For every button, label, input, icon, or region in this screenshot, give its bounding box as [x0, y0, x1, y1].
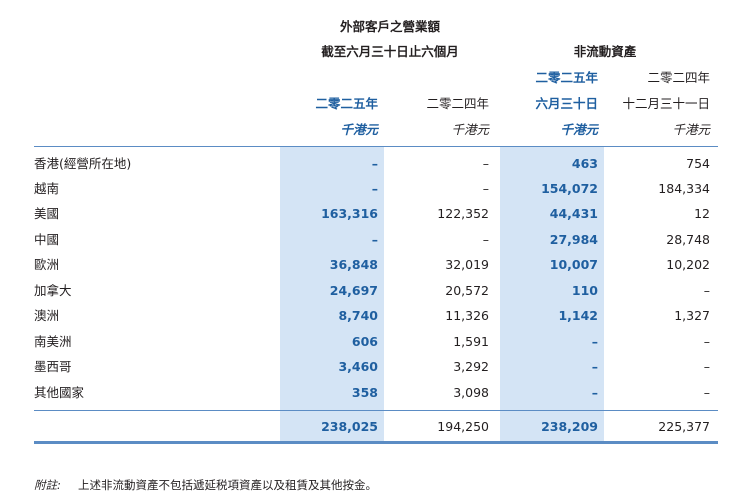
region-label: 澳洲: [34, 308, 60, 323]
assets-2024-cell: 10,202: [666, 257, 710, 272]
header-six-months: 截至六月三十日止六個月: [321, 44, 459, 59]
unit-label-rev-2025: 千港元: [340, 122, 378, 137]
header-non-current-assets: 非流動資產: [573, 44, 637, 59]
total-assets-2025: 238,209: [541, 419, 598, 434]
region-label: 美國: [34, 206, 60, 221]
assets-2025-cell: 44,431: [549, 206, 598, 221]
assets-2024-cell: –: [703, 334, 710, 349]
revenue-2024-cell: 32,019: [445, 257, 489, 272]
assets-2025-cell: –: [591, 359, 598, 374]
region-label: 越南: [34, 181, 60, 196]
assets-2025-cell: –: [591, 334, 598, 349]
assets-2025-cell: 110: [571, 283, 598, 298]
assets-2025-cell: 27,984: [549, 232, 598, 247]
revenue-2024-cell: 122,352: [437, 206, 489, 221]
unit-label-nca-2025: 千港元: [560, 122, 598, 137]
assets-2024-cell: 184,334: [658, 181, 710, 196]
revenue-2025-cell: 163,316: [321, 206, 378, 221]
revenue-2025-cell: 3,460: [338, 359, 378, 374]
revenue-2024-cell: 3,098: [453, 385, 489, 400]
assets-2024-cell: –: [703, 359, 710, 374]
region-label: 墨西哥: [34, 359, 72, 374]
assets-2024-cell: 12: [694, 206, 710, 221]
total-bottom-rule: [34, 441, 718, 444]
revenue-2024-cell: –: [482, 156, 489, 171]
revenue-2025-cell: 8,740: [338, 308, 378, 323]
unit-label-rev-2024: 千港元: [451, 122, 489, 137]
region-label: 南美洲: [34, 334, 72, 349]
assets-2025-cell: 154,072: [541, 181, 598, 196]
revenue-2025-cell: 358: [351, 385, 378, 400]
header-col-2024-date-year: 二零二四年: [647, 70, 710, 85]
region-label: 其他國家: [34, 385, 85, 400]
header-col-2025-date: 六月三十日: [535, 96, 598, 111]
header-col-2025-date-year: 二零二五年: [535, 70, 598, 85]
header-col-2024-date: 十二月三十一日: [622, 96, 710, 111]
revenue-2025-cell: 36,848: [329, 257, 378, 272]
revenue-2024-cell: 11,326: [445, 308, 489, 323]
region-label: 歐洲: [34, 257, 60, 272]
region-label: 香港(經營所在地): [34, 156, 132, 171]
header-col-2025-h1: 二零二五年: [315, 96, 378, 111]
footnote-text: 上述非流動資產不包括遞延税項資產以及租賃及其他按金。: [78, 478, 377, 492]
region-label: 中國: [34, 232, 60, 247]
unit-label-nca-2024: 千港元: [672, 122, 710, 137]
footnote-label: 附註:: [34, 478, 61, 492]
revenue-2024-cell: –: [482, 181, 489, 196]
revenue-2024-cell: 20,572: [445, 283, 489, 298]
assets-2024-cell: 1,327: [674, 308, 710, 323]
total-revenue-2025: 238,025: [321, 419, 378, 434]
revenue-2025-cell: 24,697: [329, 283, 378, 298]
assets-2024-cell: –: [703, 283, 710, 298]
assets-2024-cell: –: [703, 385, 710, 400]
region-label: 加拿大: [34, 283, 72, 298]
total-revenue-2024: 194,250: [437, 419, 489, 434]
assets-2025-cell: 10,007: [549, 257, 598, 272]
total-top-rule: [34, 410, 718, 411]
assets-2024-cell: 754: [686, 156, 710, 171]
header-external-revenue: 外部客戶之營業額: [339, 19, 440, 34]
revenue-2024-cell: 3,292: [453, 359, 489, 374]
revenue-2025-cell: –: [371, 232, 378, 247]
total-assets-2024: 225,377: [658, 419, 710, 434]
assets-2024-cell: 28,748: [666, 232, 710, 247]
assets-2025-cell: 1,142: [558, 308, 598, 323]
assets-2025-cell: 463: [571, 156, 598, 171]
header-rule: [34, 146, 718, 147]
segment-table: 外部客戶之營業額 截至六月三十日止六個月 非流動資產 二零二五年 二零二四年 二…: [0, 0, 748, 503]
revenue-2025-cell: –: [371, 156, 378, 171]
revenue-2025-cell: –: [371, 181, 378, 196]
assets-2025-cell: –: [591, 385, 598, 400]
revenue-2025-cell: 606: [351, 334, 378, 349]
header-col-2024-h1: 二零二四年: [426, 96, 489, 111]
revenue-2024-cell: –: [482, 232, 489, 247]
revenue-2024-cell: 1,591: [453, 334, 489, 349]
